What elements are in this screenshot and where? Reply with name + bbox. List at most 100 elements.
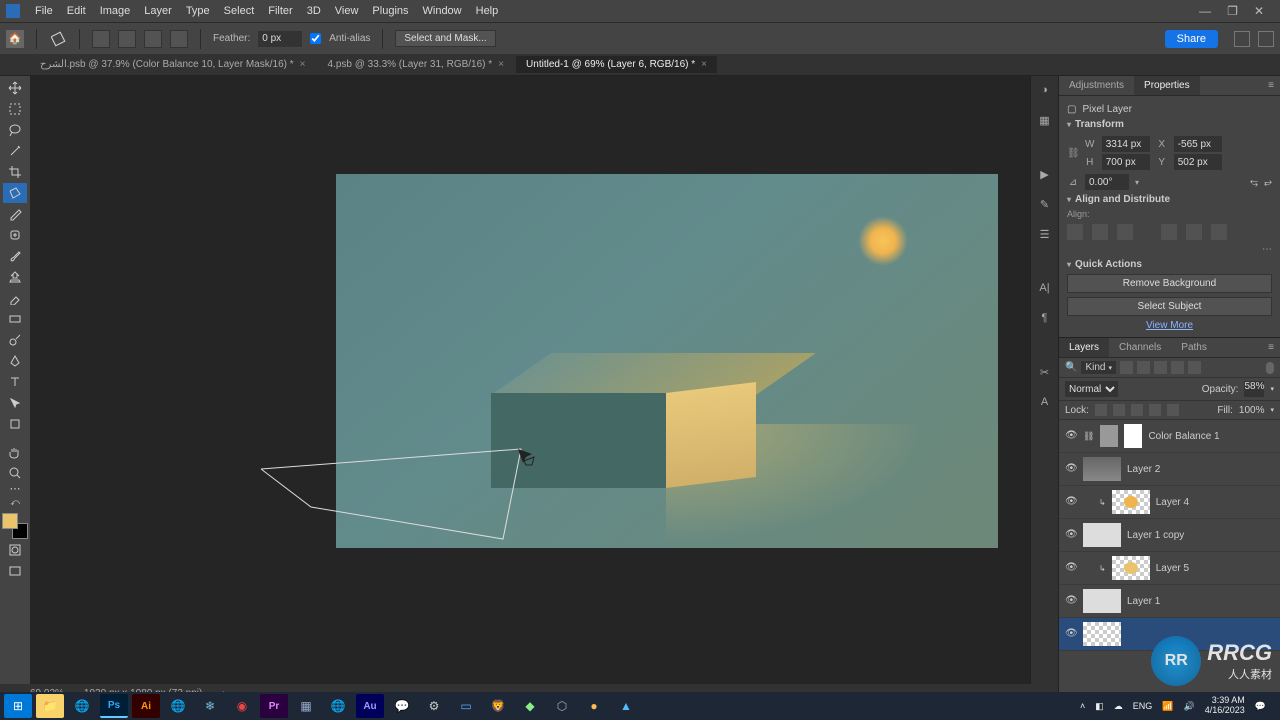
align-vcenter-icon[interactable] <box>1186 224 1202 240</box>
lock-trans-icon[interactable] <box>1095 404 1107 416</box>
dodge-tool[interactable] <box>3 330 27 350</box>
filter-adjust-icon[interactable] <box>1137 361 1150 374</box>
magic-wand-tool[interactable] <box>3 141 27 161</box>
tray-app-icon[interactable]: ◧ <box>1095 701 1104 712</box>
menu-filter[interactable]: Filter <box>261 5 299 17</box>
app-icon-7[interactable]: ▲ <box>612 694 640 718</box>
menu-plugins[interactable]: Plugins <box>365 5 415 17</box>
tab-properties[interactable]: Properties <box>1134 76 1200 95</box>
window-minimize-icon[interactable]: — <box>1199 4 1211 18</box>
foreground-color-swatch[interactable] <box>2 513 18 529</box>
layer-name[interactable]: Color Balance 1 <box>1148 431 1219 442</box>
close-icon[interactable]: × <box>300 59 306 70</box>
tray-expand-icon[interactable]: ˄ <box>1080 701 1085 711</box>
align-hcenter-icon[interactable] <box>1092 224 1108 240</box>
visibility-icon[interactable]: 👁 <box>1065 463 1077 475</box>
flip-h-icon[interactable]: ⥃ <box>1250 177 1258 188</box>
select-subject-button[interactable]: Select Subject <box>1067 297 1272 316</box>
poly-lasso-tool[interactable] <box>3 183 27 203</box>
marquee-tool[interactable] <box>3 99 27 119</box>
filter-type-icon[interactable] <box>1154 361 1167 374</box>
layer-thumb[interactable] <box>1083 589 1121 613</box>
lock-all-icon[interactable] <box>1167 404 1179 416</box>
document-tab-active[interactable]: Untitled-1 @ 69% (Layer 6, RGB/16) *× <box>516 56 717 73</box>
layer-name[interactable]: Layer 4 <box>1156 497 1189 508</box>
premiere-icon[interactable]: Pr <box>260 694 288 718</box>
align-bottom-icon[interactable] <box>1211 224 1227 240</box>
align-top-icon[interactable] <box>1161 224 1177 240</box>
paragraph-panel-icon[interactable]: ¶ <box>1035 308 1055 328</box>
blend-mode-select[interactable]: Normal <box>1065 381 1118 397</box>
share-button[interactable]: Share <box>1165 30 1218 48</box>
healing-brush-tool[interactable] <box>3 225 27 245</box>
selection-new-icon[interactable] <box>92 30 110 48</box>
visibility-icon[interactable]: 👁 <box>1065 595 1077 607</box>
lock-image-icon[interactable] <box>1113 404 1125 416</box>
close-icon[interactable]: × <box>498 59 504 70</box>
align-more-icon[interactable]: ⋯ <box>1067 244 1272 255</box>
app-icon-5[interactable]: ⬡ <box>548 694 576 718</box>
swap-colors-icon[interactable]: ⤺ <box>3 496 27 508</box>
menu-file[interactable]: File <box>28 5 60 17</box>
quick-mask-icon[interactable] <box>3 540 27 560</box>
libraries-panel-icon[interactable]: ☰ <box>1035 224 1055 244</box>
lock-nest-icon[interactable] <box>1149 404 1161 416</box>
gradient-tool[interactable] <box>3 309 27 329</box>
start-button[interactable]: ⊞ <box>4 694 32 718</box>
visibility-icon[interactable]: 👁 <box>1065 529 1077 541</box>
path-select-tool[interactable] <box>3 393 27 413</box>
layer-thumb[interactable] <box>1083 457 1121 481</box>
color-swatches[interactable] <box>2 513 28 539</box>
select-and-mask-button[interactable]: Select and Mask... <box>395 30 495 47</box>
transform-header[interactable]: Transform <box>1075 119 1124 130</box>
edge-icon[interactable]: 🌐 <box>324 694 352 718</box>
app-icon-3[interactable]: ▭ <box>452 694 480 718</box>
poly-lasso-tool-icon[interactable] <box>49 30 67 48</box>
x-input[interactable] <box>1174 136 1222 152</box>
zoom-tool[interactable] <box>3 463 27 483</box>
filter-shape-icon[interactable] <box>1171 361 1184 374</box>
filter-toggle[interactable] <box>1266 362 1274 374</box>
app-icon-1[interactable]: ❄ <box>196 694 224 718</box>
tab-paths[interactable]: Paths <box>1171 338 1217 357</box>
tray-wifi-icon[interactable]: 📶 <box>1162 701 1173 712</box>
hand-tool[interactable] <box>3 442 27 462</box>
layer-name[interactable]: Layer 2 <box>1127 464 1160 475</box>
width-input[interactable] <box>1102 136 1150 152</box>
layer-name[interactable]: Layer 5 <box>1156 563 1189 574</box>
layer-thumb[interactable] <box>1083 523 1121 547</box>
move-tool[interactable] <box>3 78 27 98</box>
type-tool[interactable] <box>3 372 27 392</box>
swatches-panel-icon[interactable]: ▦ <box>1035 110 1055 130</box>
menu-view[interactable]: View <box>328 5 366 17</box>
tab-layers[interactable]: Layers <box>1059 338 1109 357</box>
actions-panel-icon[interactable]: ✎ <box>1035 194 1055 214</box>
app-icon-4[interactable]: ◆ <box>516 694 544 718</box>
window-close-icon[interactable]: ✕ <box>1254 4 1264 18</box>
pen-tool[interactable] <box>3 351 27 371</box>
tray-cloud-icon[interactable]: ☁ <box>1114 701 1123 712</box>
layer-item[interactable]: 👁 Layer 2 <box>1059 453 1280 486</box>
opacity-value[interactable]: 58% <box>1244 381 1264 397</box>
canvas-area[interactable] <box>30 76 1030 692</box>
window-restore-icon[interactable]: ❐ <box>1227 4 1238 18</box>
height-input[interactable] <box>1102 154 1150 170</box>
search-icon[interactable]: 🔍 <box>1065 362 1077 373</box>
selection-intersect-icon[interactable] <box>170 30 188 48</box>
menu-type[interactable]: Type <box>179 5 217 17</box>
close-icon[interactable]: × <box>701 59 707 70</box>
tray-lang[interactable]: ENG <box>1133 701 1153 711</box>
explorer-icon[interactable]: 📁 <box>36 694 64 718</box>
layer-item[interactable]: 👁⛓Color Balance 1 <box>1059 420 1280 453</box>
app-icon-6[interactable]: ● <box>580 694 608 718</box>
document-tab[interactable]: 4.psb @ 33.3% (Layer 31, RGB/16) *× <box>318 56 515 73</box>
illustrator-icon[interactable]: Ai <box>132 694 160 718</box>
flip-v-icon[interactable]: ⥂ <box>1264 177 1272 188</box>
layer-name[interactable]: Layer 1 copy <box>1127 530 1184 541</box>
panel-menu-icon[interactable]: ≡ <box>1262 338 1280 357</box>
eraser-tool[interactable] <box>3 288 27 308</box>
lock-pos-icon[interactable] <box>1131 404 1143 416</box>
selection-subtract-icon[interactable] <box>144 30 162 48</box>
fill-value[interactable]: 100% <box>1239 405 1265 416</box>
lasso-tool[interactable] <box>3 120 27 140</box>
